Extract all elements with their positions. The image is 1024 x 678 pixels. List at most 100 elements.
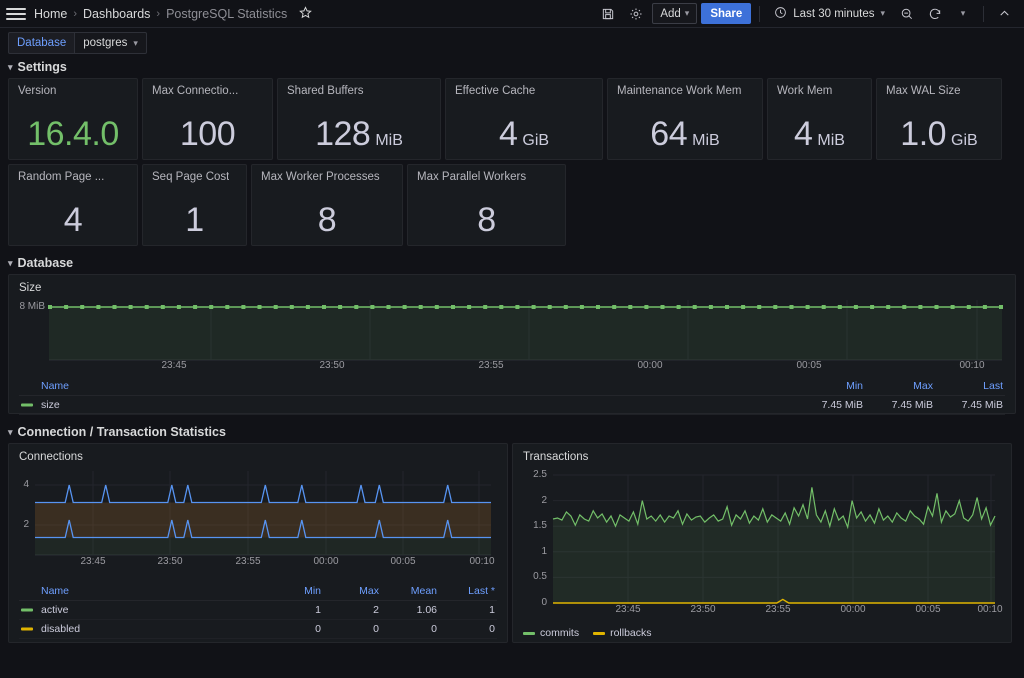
- legend-col-max[interactable]: Max: [323, 583, 381, 601]
- stat-panel-unit: MiB: [375, 132, 403, 150]
- row-header-settings[interactable]: ▾ Settings: [0, 54, 1024, 78]
- size-xtick-label: 23:55: [478, 360, 503, 371]
- stat-panel-value: 1.0: [900, 117, 946, 151]
- share-button-label: Share: [710, 8, 742, 20]
- legend-row[interactable]: disabled0000: [19, 620, 497, 639]
- chevron-down-icon: ▾: [8, 258, 13, 269]
- stat-panel[interactable]: Maintenance Work Mem64MiB: [607, 78, 763, 160]
- zoom-out-icon[interactable]: [895, 3, 919, 25]
- stat-panel[interactable]: Random Page ... 4: [8, 164, 138, 246]
- row-header-database[interactable]: ▾ Database: [0, 246, 1024, 274]
- hamburger-icon[interactable]: [6, 6, 26, 22]
- legend-header-row: Name Min Max Mean Last *: [19, 583, 497, 601]
- connections-chart-plot[interactable]: 4 2 23:45 23:50 23:55 00:00 00:05 00:10: [9, 463, 507, 571]
- legend-value-last: 0: [439, 620, 497, 639]
- stat-panel-value-wrap: 1.0GiB: [877, 117, 1001, 151]
- legend-color-swatch: [21, 609, 33, 612]
- connections-xtick-label: 23:45: [80, 556, 105, 567]
- panel-transactions: Transactions 2.5 2 1.5 1: [512, 443, 1012, 643]
- transactions-ytick-label: 2: [515, 495, 547, 506]
- variables-bar: Database postgres ▾: [0, 28, 1024, 54]
- breadcrumb-dashboards[interactable]: Dashboards: [83, 7, 150, 21]
- legend-col-name[interactable]: Name: [19, 378, 795, 396]
- stat-panel-value: 4: [64, 203, 82, 237]
- stat-panel-value: 128: [315, 117, 370, 151]
- share-button[interactable]: Share: [701, 3, 751, 24]
- legend-col-mean[interactable]: Mean: [381, 583, 439, 601]
- stat-panel[interactable]: Max Parallel Workers8: [407, 164, 566, 246]
- stat-panel-title: Random Page ...: [18, 171, 104, 183]
- variable-picker-database[interactable]: postgres ▾: [74, 32, 147, 54]
- size-chart-plot[interactable]: 8 MiB 23:45 23:50 23:55 00:00 00:05 00:1…: [9, 294, 1015, 366]
- size-legend-table: Name Min Max Last size7.45 MiB7.45 MiB7.…: [19, 378, 1005, 415]
- toolbar-divider: [983, 6, 984, 22]
- stat-panel-value-wrap: 4MiB: [768, 117, 871, 151]
- legend-series-name[interactable]: active: [19, 601, 265, 620]
- stat-panel[interactable]: Effective Cache4GiB: [445, 78, 603, 160]
- stat-panel[interactable]: Work Mem 4MiB: [767, 78, 872, 160]
- transactions-ytick-label: 1: [515, 546, 547, 557]
- stat-panel-unit: MiB: [817, 132, 845, 150]
- add-button-label: Add: [660, 8, 680, 20]
- legend-item[interactable]: commits: [523, 627, 579, 639]
- legend-series-name[interactable]: size: [19, 396, 795, 415]
- stat-panel[interactable]: Max WAL Size1.0GiB: [876, 78, 1002, 160]
- top-navigation-bar: Home › Dashboards › PostgreSQL Statistic…: [0, 0, 1024, 28]
- stat-panel-value-wrap: 4: [9, 203, 137, 237]
- stat-panel-title: Max Parallel Workers: [417, 171, 526, 183]
- size-xtick-label: 23:45: [161, 360, 186, 371]
- row-title-conn-tx: Connection / Transaction Statistics: [18, 425, 226, 439]
- legend-value-max: 7.45 MiB: [865, 396, 935, 415]
- legend-col-min[interactable]: Min: [795, 378, 865, 396]
- add-button[interactable]: Add ▾: [652, 3, 697, 24]
- breadcrumb-separator: ›: [73, 8, 77, 20]
- legend-series-name[interactable]: disabled: [19, 620, 265, 639]
- chevron-down-icon: ▾: [685, 8, 690, 19]
- stat-panel-value: 1: [185, 203, 203, 237]
- legend-value-min: 7.45 MiB: [795, 396, 865, 415]
- save-icon[interactable]: [596, 3, 620, 25]
- panel-size: Size 8 MiB 23:45 23:50 23:55 00:00 00:05: [8, 274, 1016, 414]
- legend-col-name[interactable]: Name: [19, 583, 265, 601]
- stat-panel[interactable]: Max Worker Processes8: [251, 164, 403, 246]
- stat-panel[interactable]: Max Connectio...100: [142, 78, 273, 160]
- chevron-down-icon: ▾: [880, 8, 885, 19]
- legend-row[interactable]: active121.061: [19, 601, 497, 620]
- breadcrumb: Home › Dashboards › PostgreSQL Statistic…: [34, 6, 312, 22]
- stat-panel-value-wrap: 16.4.0: [9, 117, 137, 151]
- stat-panel-value-wrap: 8: [252, 203, 402, 237]
- breadcrumb-home[interactable]: Home: [34, 7, 67, 21]
- legend-item[interactable]: rollbacks: [593, 627, 651, 639]
- connections-xtick-label: 23:55: [235, 556, 260, 567]
- stat-panel[interactable]: Seq Page Cost 1: [142, 164, 247, 246]
- transactions-xtick-label: 23:50: [690, 604, 715, 615]
- legend-color-swatch: [523, 632, 535, 635]
- stat-panel-title: Seq Page Cost: [152, 171, 229, 183]
- star-icon[interactable]: [299, 6, 312, 22]
- legend-value-max: 2: [323, 601, 381, 620]
- transactions-chart-plot[interactable]: 2.5 2 1.5 1 0.5 0 23:45 23:50 23:55 00:0…: [513, 463, 1011, 623]
- chevron-down-icon: ▾: [8, 62, 13, 73]
- legend-value-min: 0: [265, 620, 323, 639]
- stat-panel-unit: MiB: [692, 132, 720, 150]
- refresh-interval-dropdown[interactable]: ▾: [951, 3, 975, 25]
- row-header-conn-tx[interactable]: ▾ Connection / Transaction Statistics: [0, 414, 1024, 443]
- stat-panel-title: Work Mem: [777, 85, 832, 97]
- time-range-picker[interactable]: Last 30 minutes ▾: [768, 3, 891, 24]
- legend-row[interactable]: size7.45 MiB7.45 MiB7.45 MiB: [19, 396, 1005, 415]
- refresh-icon[interactable]: [923, 3, 947, 25]
- legend-color-swatch: [21, 404, 33, 407]
- stat-panel[interactable]: Shared Buffers128MiB: [277, 78, 441, 160]
- legend-col-last[interactable]: Last *: [439, 583, 497, 601]
- chevron-up-icon[interactable]: [992, 3, 1016, 25]
- chevron-down-icon: ▾: [133, 38, 138, 49]
- legend-col-max[interactable]: Max: [865, 378, 935, 396]
- legend-col-min[interactable]: Min: [265, 583, 323, 601]
- stat-panel-value-wrap: 128 MiB: [278, 117, 440, 151]
- stat-panel-title: Maintenance Work Mem: [617, 85, 741, 97]
- gear-icon[interactable]: [624, 3, 648, 25]
- legend-col-last[interactable]: Last: [935, 378, 1005, 396]
- breadcrumb-current-dashboard: PostgreSQL Statistics: [166, 7, 287, 21]
- panel-title-transactions: Transactions: [513, 444, 1011, 463]
- stat-panel[interactable]: Version16.4.0: [8, 78, 138, 160]
